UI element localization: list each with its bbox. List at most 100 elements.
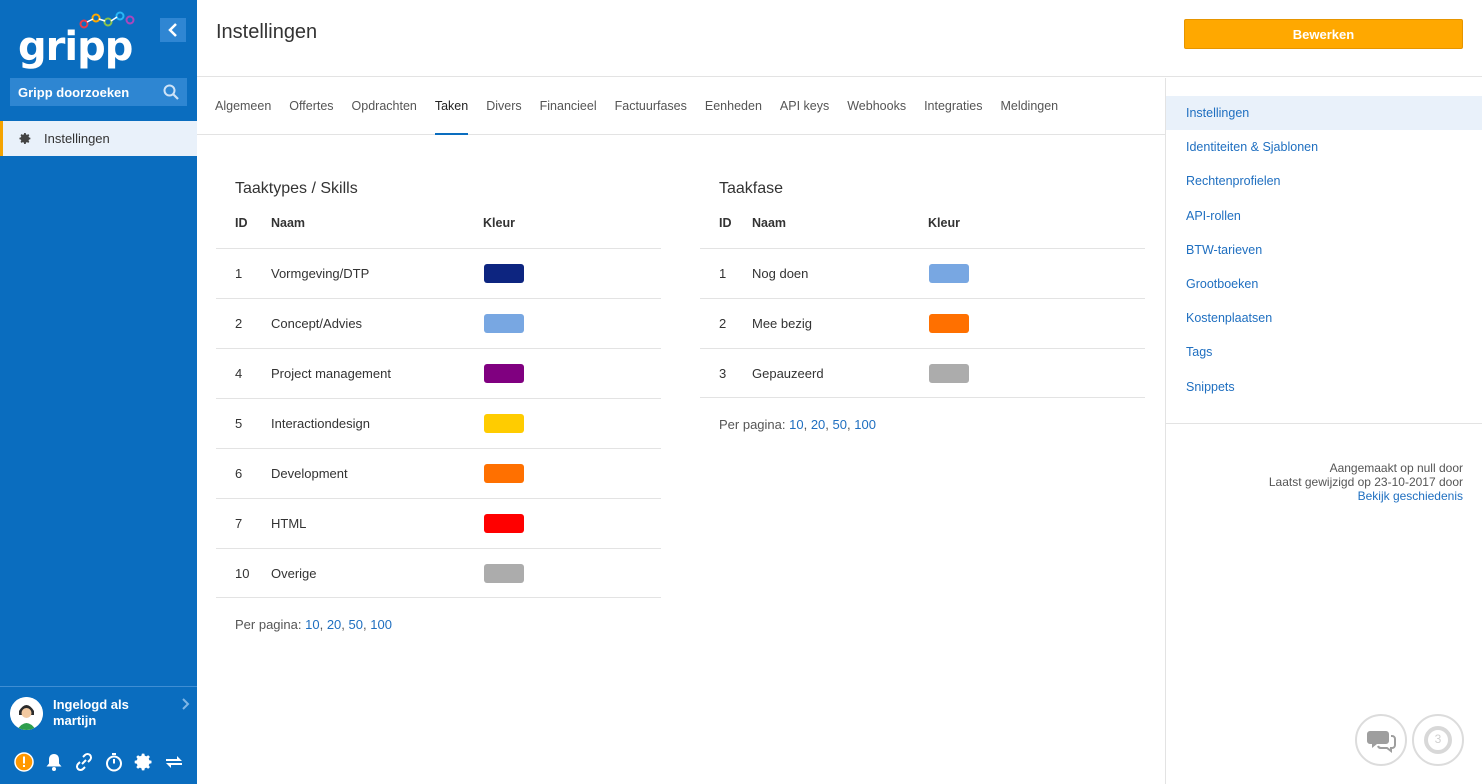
tab-taken[interactable]: Taken: [434, 78, 469, 135]
color-swatch: [484, 414, 524, 433]
side-menu-item-instellingen[interactable]: Instellingen: [1166, 96, 1482, 130]
side-menu-item-kostenplaatsen[interactable]: Kostenplaatsen: [1166, 301, 1482, 335]
timer-icon[interactable]: [104, 752, 124, 772]
row-name: Development: [271, 466, 348, 481]
table-row[interactable]: 3 Gepauzeerd: [700, 348, 1145, 398]
table-row[interactable]: 2 Concept/Advies: [216, 298, 661, 348]
color-swatch: [929, 364, 969, 383]
tab-factuurfases[interactable]: Factuurfases: [615, 78, 687, 135]
color-swatch: [484, 464, 524, 483]
color-swatch: [929, 264, 969, 283]
settings-side-menu: Instellingen Identiteiten & Sjablonen Rech…: [1165, 78, 1482, 784]
taskphase-title: Taakfase: [719, 180, 784, 197]
per-page-100[interactable]: 100: [370, 617, 392, 632]
collapse-sidebar-button[interactable]: [160, 18, 186, 42]
sidebar-item-label: Instellingen: [44, 131, 110, 146]
table-row[interactable]: 1 Nog doen: [700, 248, 1145, 298]
avatar: [10, 696, 43, 730]
row-name: Concept/Advies: [271, 316, 363, 331]
side-menu-item-tags[interactable]: Tags: [1166, 335, 1482, 369]
row-id: 1: [719, 266, 727, 281]
main-content: Taaktypes / Skills ID Naam Kleur 1 Vormge…: [197, 135, 1165, 784]
column-header-id: ID: [719, 216, 732, 230]
meta-modified: Laatst gewijzigd op 23-10-2017 door: [1268, 475, 1463, 489]
color-swatch: [484, 264, 524, 283]
row-id: 2: [719, 316, 727, 331]
per-page-20[interactable]: 20: [811, 417, 825, 432]
column-header-naam: Naam: [752, 216, 787, 230]
tasktypes-title: Taaktypes / Skills: [235, 180, 358, 197]
chat-button[interactable]: [1355, 714, 1407, 766]
color-swatch: [484, 314, 524, 333]
side-menu-item-rechtenprofielen[interactable]: Rechtenprofielen: [1166, 164, 1482, 198]
table-row[interactable]: 7 HTML: [216, 498, 661, 548]
row-name: Gepauzeerd: [752, 366, 824, 381]
per-page-label: Per pagina:: [719, 417, 786, 432]
color-swatch: [929, 314, 969, 333]
row-name: Interactiondesign: [271, 416, 371, 431]
tasktypes-pager: Per pagina: 10, 20, 50, 100: [235, 617, 392, 632]
table-row[interactable]: 2 Mee bezig: [700, 298, 1145, 348]
chevron-right-icon: [182, 697, 190, 713]
per-page-20[interactable]: 20: [327, 617, 341, 632]
table-row[interactable]: 5 Interactiondesign: [216, 398, 661, 448]
column-header-id: ID: [235, 216, 248, 230]
per-page-50[interactable]: 50: [349, 617, 363, 632]
notification-count: 3: [1434, 732, 1442, 746]
history-link[interactable]: Bekijk geschiedenis: [1358, 489, 1463, 503]
per-page-10[interactable]: 10: [789, 417, 803, 432]
record-meta: Aangemaakt op null door Laatst gewijzigd…: [1269, 461, 1463, 503]
color-swatch: [484, 514, 524, 533]
table-row[interactable]: 1 Vormgeving/DTP: [216, 248, 661, 298]
side-menu-item-btw-tarieven[interactable]: BTW-tarieven: [1166, 233, 1482, 267]
tab-integraties[interactable]: Integraties: [924, 78, 982, 135]
bell-icon[interactable]: [44, 752, 64, 772]
swap-icon[interactable]: [164, 752, 184, 772]
side-menu-item-identiteiten-sjablonen[interactable]: Identiteiten & Sjablonen: [1166, 130, 1482, 164]
tab-offertes[interactable]: Offertes: [289, 78, 333, 135]
search-label: Gripp doorzoeken: [18, 84, 130, 100]
notifications-button[interactable]: 3: [1412, 714, 1464, 766]
settings-tabs: Algemeen Offertes Opdrachten Taken Divers Fin…: [197, 78, 1165, 135]
row-id: 10: [235, 566, 250, 581]
per-page-10[interactable]: 10: [305, 617, 319, 632]
search-icon: [163, 84, 179, 100]
tab-eenheden[interactable]: Eenheden: [705, 78, 762, 135]
table-row[interactable]: 4 Project management: [216, 348, 661, 398]
user-menu[interactable]: Ingelogd als martijn: [10, 695, 190, 731]
gear-icon[interactable]: [134, 752, 154, 772]
meta-created: Aangemaakt op null door: [1329, 461, 1463, 475]
per-page-100[interactable]: 100: [854, 417, 876, 432]
side-menu-item-grootboeken[interactable]: Grootboeken: [1166, 267, 1482, 301]
tab-financieel[interactable]: Financieel: [540, 78, 597, 135]
sidebar-item-instellingen[interactable]: Instellingen: [0, 121, 197, 156]
tab-divers[interactable]: Divers: [486, 78, 521, 135]
tab-algemeen[interactable]: Algemeen: [215, 78, 271, 135]
chevron-left-icon: [168, 23, 177, 37]
edit-button[interactable]: Bewerken: [1184, 19, 1463, 49]
table-row[interactable]: 10 Overige: [216, 548, 661, 598]
side-menu-item-api-rollen[interactable]: API-rollen: [1166, 199, 1482, 233]
row-id: 1: [235, 266, 243, 281]
alert-icon[interactable]: [14, 752, 34, 772]
per-page-50[interactable]: 50: [833, 417, 847, 432]
row-name: HTML: [271, 516, 307, 531]
taskphase-table-header: ID Naam Kleur: [700, 216, 1145, 248]
page-header: Instellingen Bewerken: [197, 0, 1482, 77]
chat-icon: [1367, 731, 1396, 753]
tab-meldingen[interactable]: Meldingen: [1000, 78, 1058, 135]
link-icon[interactable]: [74, 752, 94, 772]
column-header-naam: Naam: [271, 216, 306, 230]
tab-webhooks[interactable]: Webhooks: [847, 78, 906, 135]
tab-api-keys[interactable]: API keys: [780, 78, 829, 135]
user-avatar-icon: [10, 696, 43, 730]
gripp-logo[interactable]: gripp: [16, 11, 136, 70]
side-menu-item-snippets[interactable]: Snippets: [1166, 370, 1482, 404]
tab-opdrachten[interactable]: Opdrachten: [352, 78, 417, 135]
row-name: Vormgeving/DTP: [271, 266, 370, 281]
tasktypes-panel: Taaktypes / Skills ID Naam Kleur 1 Vormge…: [216, 135, 661, 655]
tasktypes-table-header: ID Naam Kleur: [216, 216, 661, 248]
search-input[interactable]: Gripp doorzoeken: [10, 78, 187, 106]
color-swatch: [484, 564, 524, 583]
table-row[interactable]: 6 Development: [216, 448, 661, 498]
